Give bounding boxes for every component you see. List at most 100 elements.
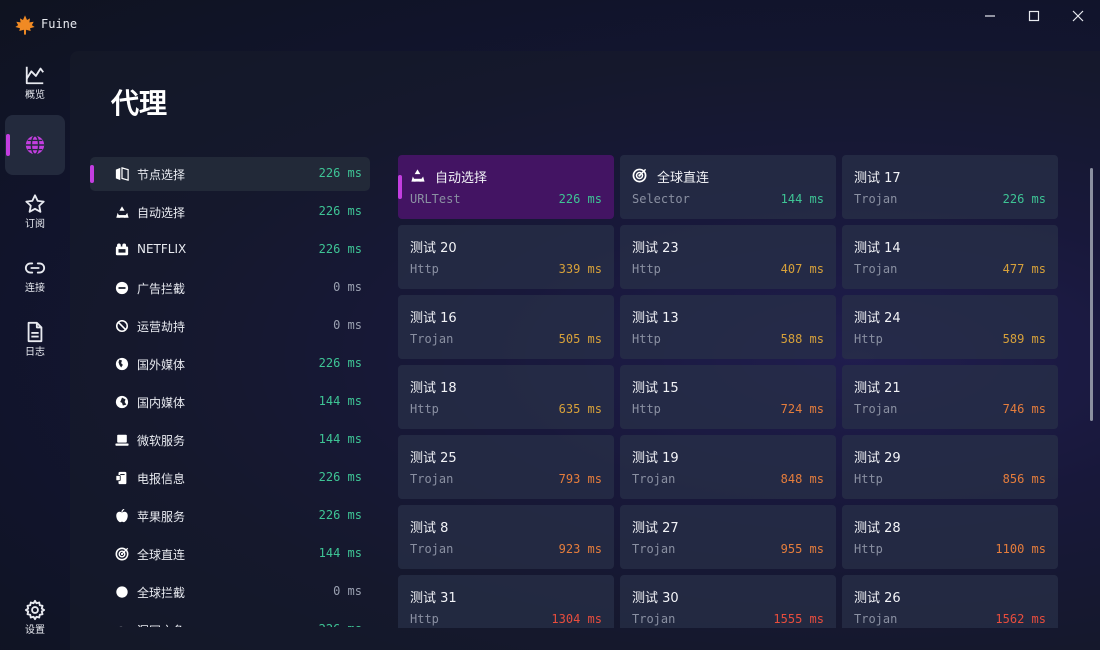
nav-item-overview[interactable]: 概览 bbox=[5, 53, 65, 113]
group-item[interactable]: 广告拦截 0 ms bbox=[90, 271, 370, 305]
proxy-card[interactable]: 测试 23 Http 407 ms bbox=[620, 225, 836, 289]
proxy-type: Http bbox=[410, 262, 439, 276]
proxy-type: Trojan bbox=[410, 332, 454, 346]
nav-item-connections[interactable]: 连接 bbox=[5, 246, 65, 306]
proxy-delay: 955 ms bbox=[780, 542, 824, 556]
proxy-name: 测试 18 bbox=[410, 381, 457, 396]
group-delay: 226 ms bbox=[318, 242, 362, 256]
group-name: 运营劫持 bbox=[137, 320, 186, 334]
group-item[interactable]: 运营劫持 0 ms bbox=[90, 309, 370, 343]
proxy-name: 测试 20 bbox=[410, 241, 457, 256]
proxy-card[interactable]: 测试 28 Http 1100 ms bbox=[842, 505, 1058, 569]
proxy-card[interactable]: 测试 8 Trojan 923 ms bbox=[398, 505, 614, 569]
group-item[interactable]: NETFLIX 226 ms bbox=[90, 233, 370, 267]
proxy-type: Trojan bbox=[410, 472, 454, 486]
proxy-card[interactable]: 测试 30 Trojan 1555 ms bbox=[620, 575, 836, 628]
proxy-name: 测试 25 bbox=[410, 451, 457, 466]
nav-item-settings[interactable]: 设置 bbox=[5, 588, 65, 648]
group-item[interactable]: 节点选择 226 ms bbox=[90, 157, 370, 191]
proxy-card[interactable]: 测试 14 Trojan 477 ms bbox=[842, 225, 1058, 289]
group-name: 国外媒体 bbox=[137, 358, 186, 372]
nav-item-label: 概览 bbox=[25, 90, 45, 101]
proxy-delay: 588 ms bbox=[780, 332, 824, 346]
proxy-type: Trojan bbox=[854, 612, 898, 626]
target-icon bbox=[632, 168, 647, 183]
proxy-name: 自动选择 bbox=[435, 171, 488, 186]
apple-icon bbox=[116, 509, 128, 523]
proxy-card[interactable]: 测试 29 Http 856 ms bbox=[842, 435, 1058, 499]
proxy-card[interactable]: 测试 19 Trojan 848 ms bbox=[620, 435, 836, 499]
proxy-card[interactable]: 测试 16 Trojan 505 ms bbox=[398, 295, 614, 359]
group-item[interactable]: 电报信息 226 ms bbox=[90, 461, 370, 495]
proxy-delay: 724 ms bbox=[780, 402, 824, 416]
group-name: 自动选择 bbox=[137, 206, 186, 220]
proxy-type: Trojan bbox=[854, 402, 898, 416]
proxy-card[interactable]: 测试 26 Trojan 1562 ms bbox=[842, 575, 1058, 628]
proxy-name: 测试 28 bbox=[854, 521, 901, 536]
proxy-card[interactable]: 测试 17 Trojan 226 ms bbox=[842, 155, 1058, 219]
proxy-card[interactable]: 测试 27 Trojan 955 ms bbox=[620, 505, 836, 569]
nav-item-logs[interactable]: 日志 bbox=[5, 310, 65, 370]
proxy-name: 测试 8 bbox=[410, 521, 449, 536]
proxy-group-list: 节点选择 226 ms 自动选择 226 ms NETFLIX 226 ms 广告拦截 0 m… bbox=[90, 157, 370, 627]
proxy-delay: 339 ms bbox=[558, 262, 602, 276]
minimize-button[interactable] bbox=[979, 6, 1001, 26]
proxy-card[interactable]: 测试 25 Trojan 793 ms bbox=[398, 435, 614, 499]
proxy-card[interactable]: 自动选择 URLTest 226 ms bbox=[398, 155, 614, 219]
proxy-type: Http bbox=[854, 332, 883, 346]
proxy-delay: 848 ms bbox=[780, 472, 824, 486]
nav-item-label: 连接 bbox=[25, 283, 45, 294]
proxy-card[interactable]: 全球直连 Selector 144 ms bbox=[620, 155, 836, 219]
proxy-name: 测试 31 bbox=[410, 591, 457, 606]
group-item[interactable]: 全球拦截 0 ms bbox=[90, 575, 370, 609]
group-item[interactable]: 国外媒体 226 ms bbox=[90, 347, 370, 381]
gear-icon bbox=[24, 599, 46, 621]
group-item[interactable]: 自动选择 226 ms bbox=[90, 195, 370, 229]
proxy-grid-scrollbar[interactable] bbox=[1090, 168, 1093, 421]
proxy-card[interactable]: 测试 31 Http 1304 ms bbox=[398, 575, 614, 628]
minimize-icon bbox=[985, 15, 995, 17]
group-item[interactable]: 微软服务 144 ms bbox=[90, 423, 370, 457]
nav-item-proxy[interactable] bbox=[5, 115, 65, 175]
group-delay: 226 ms bbox=[318, 470, 362, 484]
proxy-delay: 589 ms bbox=[1002, 332, 1046, 346]
proxy-name: 测试 15 bbox=[632, 381, 679, 396]
group-name: 国内媒体 bbox=[137, 396, 186, 410]
proxy-card[interactable]: 测试 18 Http 635 ms bbox=[398, 365, 614, 429]
group-item[interactable]: 苹果服务 226 ms bbox=[90, 499, 370, 533]
group-delay: 144 ms bbox=[318, 546, 362, 560]
proxy-card[interactable]: 测试 21 Trojan 746 ms bbox=[842, 365, 1058, 429]
main-content: 代理 节点选择 226 ms 自动选择 226 ms NETFLIX 226 ms 广告拦截… bbox=[70, 51, 1100, 650]
film-icon bbox=[115, 243, 129, 256]
globe-icon bbox=[25, 135, 45, 155]
proxy-type: Trojan bbox=[854, 262, 898, 276]
maximize-button[interactable] bbox=[1023, 6, 1045, 26]
group-name: 节点选择 bbox=[137, 168, 186, 182]
proxy-delay: 746 ms bbox=[1002, 402, 1046, 416]
proxy-name: 测试 23 bbox=[632, 241, 679, 256]
proxy-delay: 226 ms bbox=[1002, 192, 1046, 206]
proxy-card[interactable]: 测试 24 Http 589 ms bbox=[842, 295, 1058, 359]
group-name: 全球拦截 bbox=[137, 586, 186, 600]
proxy-delay: 856 ms bbox=[1002, 472, 1046, 486]
proxy-card[interactable]: 测试 15 Http 724 ms bbox=[620, 365, 836, 429]
star-icon bbox=[25, 194, 45, 213]
group-item[interactable]: 漏网之鱼 226 ms bbox=[90, 613, 370, 627]
fish-icon bbox=[119, 626, 129, 627]
group-item[interactable]: 国内媒体 144 ms bbox=[90, 385, 370, 419]
group-name: 电报信息 bbox=[137, 472, 186, 486]
close-button[interactable] bbox=[1067, 6, 1089, 26]
proxy-delay: 144 ms bbox=[780, 192, 824, 206]
proxy-delay: 1562 ms bbox=[995, 612, 1046, 626]
nav-item-subscriptions[interactable]: 订阅 bbox=[5, 182, 65, 242]
chart-icon bbox=[25, 66, 44, 85]
nav-rail: 概览 订阅 连接 日志 设置 bbox=[0, 50, 70, 650]
group-item[interactable]: 全球直连 144 ms bbox=[90, 537, 370, 571]
nav-item-label: 设置 bbox=[25, 625, 45, 636]
group-delay: 0 ms bbox=[333, 584, 362, 598]
proxy-type: Http bbox=[632, 262, 661, 276]
proxy-card[interactable]: 测试 13 Http 588 ms bbox=[620, 295, 836, 359]
maple-leaf-logo-icon bbox=[15, 15, 35, 35]
proxy-delay: 1555 ms bbox=[773, 612, 824, 626]
proxy-card[interactable]: 测试 20 Http 339 ms bbox=[398, 225, 614, 289]
